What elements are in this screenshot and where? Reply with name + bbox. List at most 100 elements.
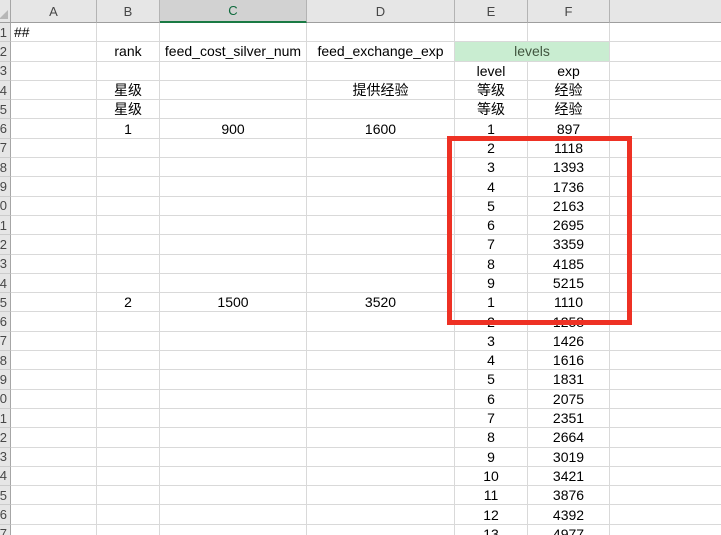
cell-C1[interactable] xyxy=(160,23,307,42)
cell-E7[interactable]: 2 xyxy=(455,139,528,158)
cell-E26[interactable]: 12 xyxy=(455,505,528,524)
cell-F9[interactable]: 1736 xyxy=(528,177,610,196)
cell-E5[interactable]: 等级 xyxy=(455,100,528,119)
cell-G17[interactable] xyxy=(610,332,721,351)
cell-F26[interactable]: 4392 xyxy=(528,505,610,524)
cell-F7[interactable]: 1118 xyxy=(528,139,610,158)
cell-C14[interactable] xyxy=(160,274,307,293)
cell-D15[interactable]: 3520 xyxy=(307,293,455,312)
cell-C12[interactable] xyxy=(160,235,307,254)
cell-D4[interactable]: 提供经验 xyxy=(307,81,455,100)
cell-F22[interactable]: 2664 xyxy=(528,428,610,447)
cell-B7[interactable] xyxy=(97,139,160,158)
cell-G8[interactable] xyxy=(610,158,721,177)
cell-F13[interactable]: 4185 xyxy=(528,255,610,274)
cell-B6[interactable]: 1 xyxy=(97,119,160,138)
cell-C9[interactable] xyxy=(160,177,307,196)
cell-E4[interactable]: 等级 xyxy=(455,81,528,100)
cell-F25[interactable]: 3876 xyxy=(528,486,610,505)
cell-D8[interactable] xyxy=(307,158,455,177)
select-all-corner[interactable] xyxy=(0,0,11,23)
merged-cell-E2-F2[interactable]: levels xyxy=(455,42,610,61)
cell-B4[interactable]: 星级 xyxy=(97,81,160,100)
cell-E17[interactable]: 3 xyxy=(455,332,528,351)
row-header-23[interactable]: 23 xyxy=(0,448,11,467)
row-header-12[interactable]: 12 xyxy=(0,235,11,254)
cell-E3[interactable]: level xyxy=(455,62,528,81)
cell-D13[interactable] xyxy=(307,255,455,274)
cell-C26[interactable] xyxy=(160,505,307,524)
cell-G12[interactable] xyxy=(610,235,721,254)
cell-F11[interactable]: 2695 xyxy=(528,216,610,235)
cell-A16[interactable] xyxy=(11,312,97,331)
row-header-1[interactable]: 1 xyxy=(0,23,11,42)
cell-F27[interactable]: 4977 xyxy=(528,525,610,535)
cell-G24[interactable] xyxy=(610,467,721,486)
column-header-B[interactable]: B xyxy=(97,0,160,23)
column-header-G[interactable] xyxy=(610,0,721,23)
cell-A7[interactable] xyxy=(11,139,97,158)
cell-G7[interactable] xyxy=(610,139,721,158)
row-header-11[interactable]: 11 xyxy=(0,216,11,235)
cell-G5[interactable] xyxy=(610,100,721,119)
cell-F8[interactable]: 1393 xyxy=(528,158,610,177)
row-header-15[interactable]: 15 xyxy=(0,293,11,312)
cell-G22[interactable] xyxy=(610,428,721,447)
cell-F4[interactable]: 经验 xyxy=(528,81,610,100)
cell-C23[interactable] xyxy=(160,448,307,467)
cell-D3[interactable] xyxy=(307,62,455,81)
cell-E19[interactable]: 5 xyxy=(455,370,528,389)
cell-A15[interactable] xyxy=(11,293,97,312)
cell-C4[interactable] xyxy=(160,81,307,100)
cell-E23[interactable]: 9 xyxy=(455,448,528,467)
cell-A26[interactable] xyxy=(11,505,97,524)
cell-E18[interactable]: 4 xyxy=(455,351,528,370)
cell-B26[interactable] xyxy=(97,505,160,524)
cell-E6[interactable]: 1 xyxy=(455,119,528,138)
cell-B2[interactable]: rank xyxy=(97,42,160,61)
cell-C10[interactable] xyxy=(160,197,307,216)
cell-A3[interactable] xyxy=(11,62,97,81)
cell-A5[interactable] xyxy=(11,100,97,119)
cell-D5[interactable] xyxy=(307,100,455,119)
cell-D16[interactable] xyxy=(307,312,455,331)
cell-F3[interactable]: exp xyxy=(528,62,610,81)
cell-A20[interactable] xyxy=(11,390,97,409)
row-header-14[interactable]: 14 xyxy=(0,274,11,293)
cell-F12[interactable]: 3359 xyxy=(528,235,610,254)
cell-C6[interactable]: 900 xyxy=(160,119,307,138)
cell-G21[interactable] xyxy=(610,409,721,428)
cell-F5[interactable]: 经验 xyxy=(528,100,610,119)
cell-A18[interactable] xyxy=(11,351,97,370)
cell-B10[interactable] xyxy=(97,197,160,216)
cell-B24[interactable] xyxy=(97,467,160,486)
cell-C11[interactable] xyxy=(160,216,307,235)
cell-A2[interactable] xyxy=(11,42,97,61)
cell-D24[interactable] xyxy=(307,467,455,486)
cell-G1[interactable] xyxy=(610,23,721,42)
row-header-16[interactable]: 16 xyxy=(0,312,11,331)
cell-E13[interactable]: 8 xyxy=(455,255,528,274)
cell-A12[interactable] xyxy=(11,235,97,254)
cell-E21[interactable]: 7 xyxy=(455,409,528,428)
cell-A25[interactable] xyxy=(11,486,97,505)
cell-D22[interactable] xyxy=(307,428,455,447)
cell-C13[interactable] xyxy=(160,255,307,274)
cell-F10[interactable]: 2163 xyxy=(528,197,610,216)
row-header-20[interactable]: 20 xyxy=(0,390,11,409)
cell-C24[interactable] xyxy=(160,467,307,486)
cell-G9[interactable] xyxy=(610,177,721,196)
cell-F14[interactable]: 5215 xyxy=(528,274,610,293)
cell-C18[interactable] xyxy=(160,351,307,370)
cell-D10[interactable] xyxy=(307,197,455,216)
row-header-19[interactable]: 19 xyxy=(0,370,11,389)
cell-E27[interactable]: 13 xyxy=(455,525,528,535)
cell-F15[interactable]: 1110 xyxy=(528,293,610,312)
cell-C27[interactable] xyxy=(160,525,307,535)
row-header-21[interactable]: 21 xyxy=(0,409,11,428)
cell-C7[interactable] xyxy=(160,139,307,158)
cell-A10[interactable] xyxy=(11,197,97,216)
cell-G20[interactable] xyxy=(610,390,721,409)
cell-B16[interactable] xyxy=(97,312,160,331)
cell-D26[interactable] xyxy=(307,505,455,524)
